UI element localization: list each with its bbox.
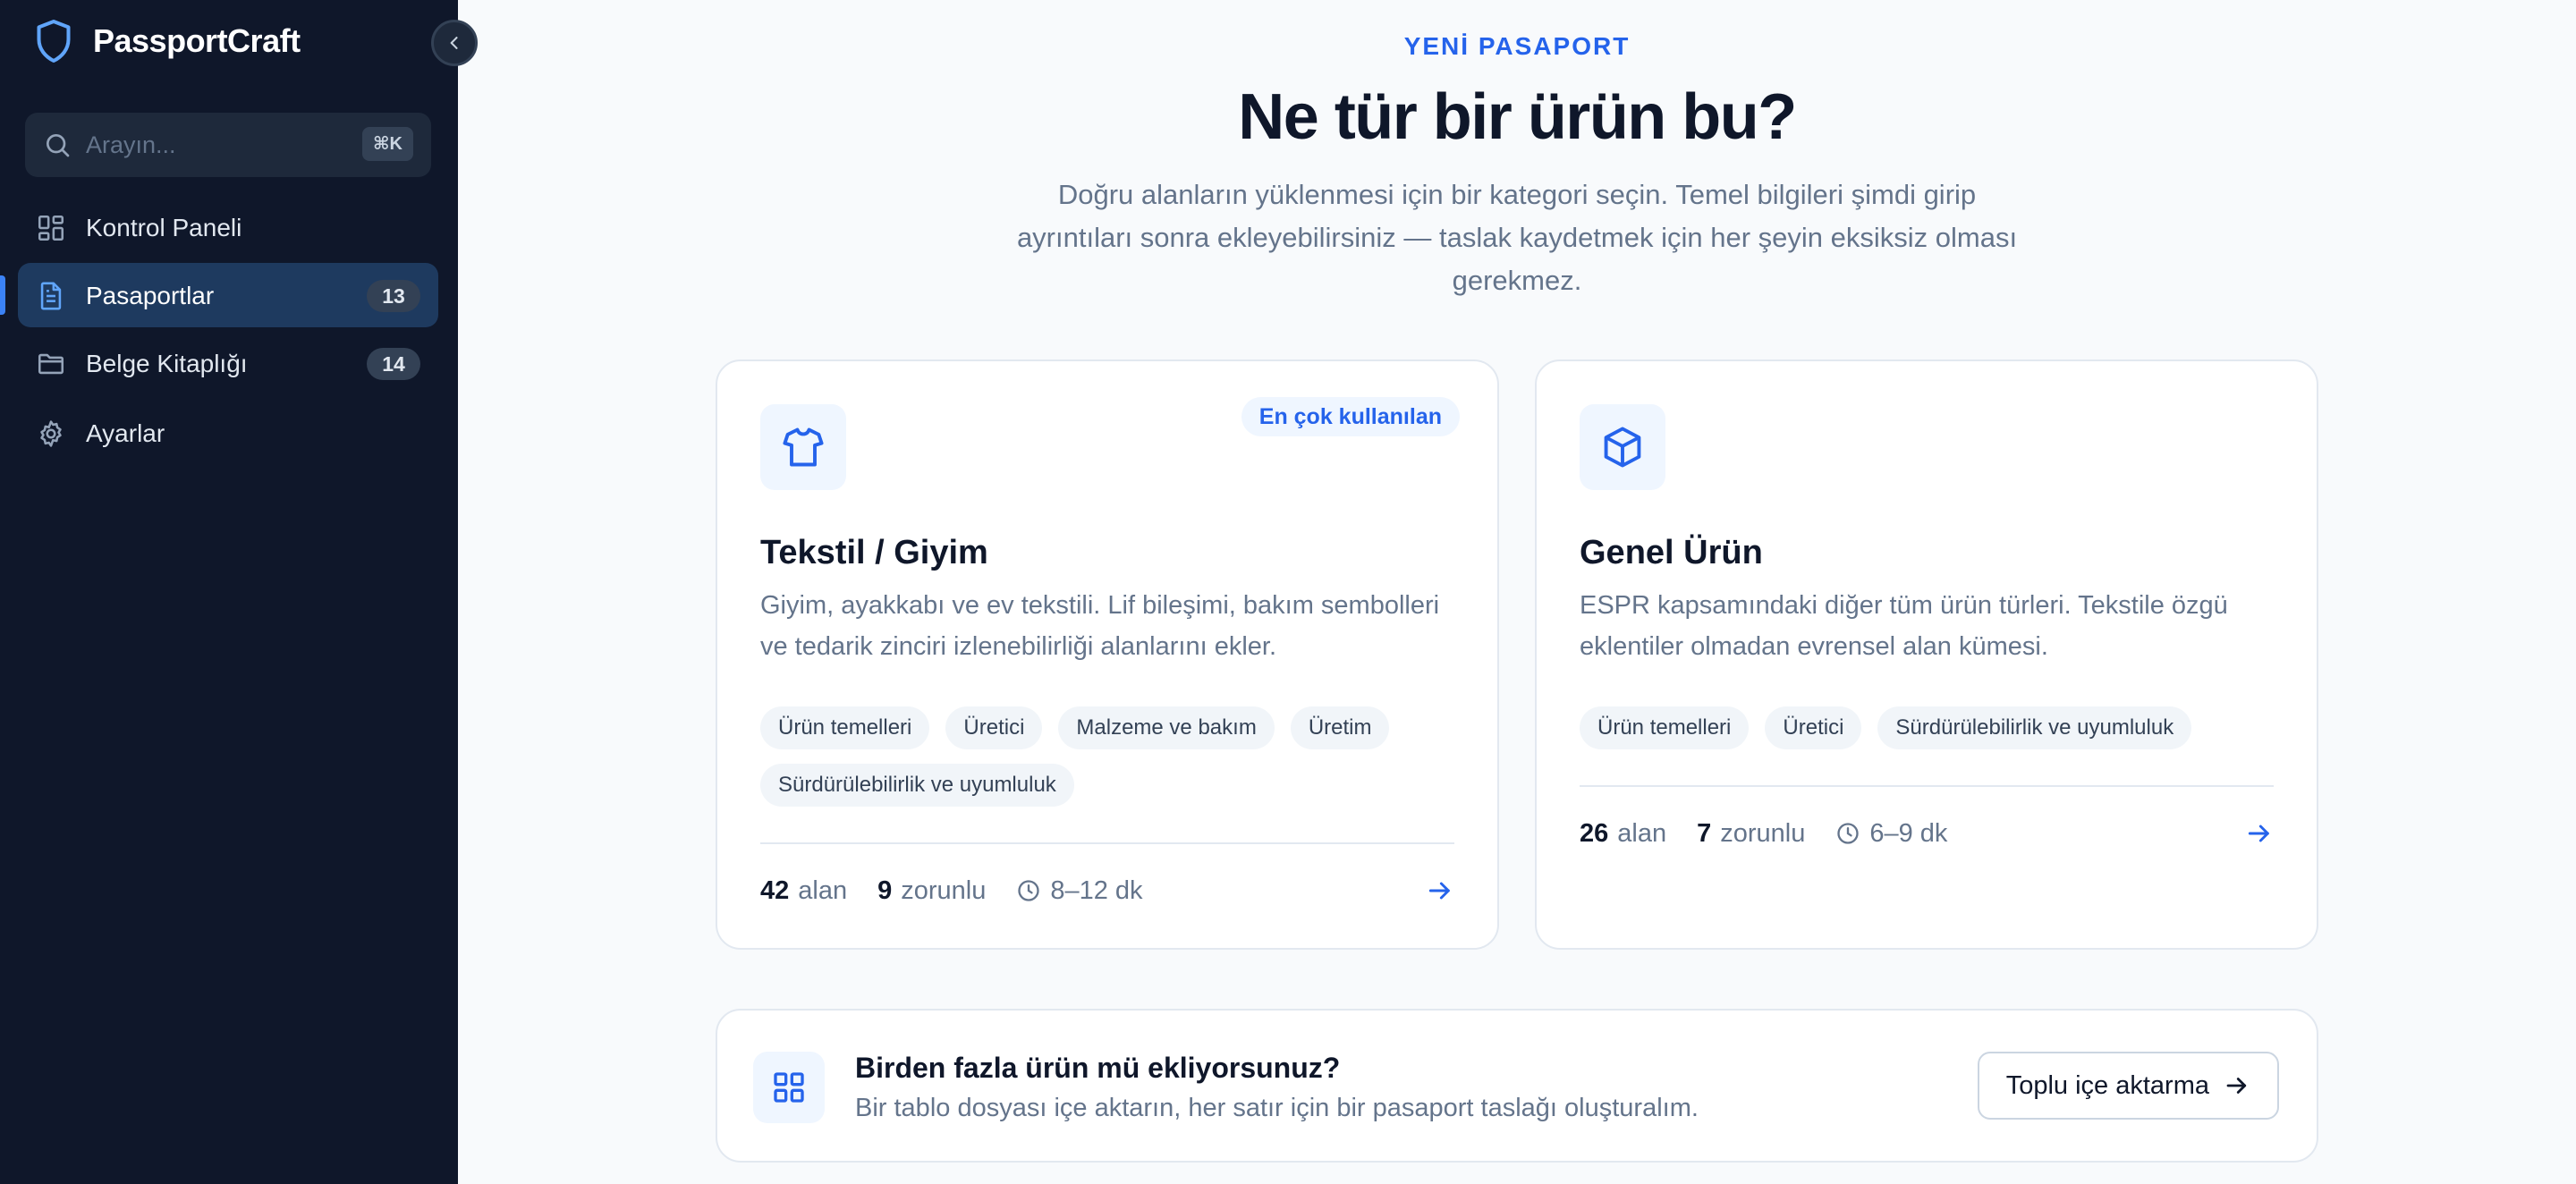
main-content: YENİ PASAPORT Ne tür bir ürün bu? Doğru … — [458, 0, 2576, 1184]
search-icon — [47, 134, 70, 157]
card-description: Giyim, ayakkabı ve ev tekstili. Lif bile… — [760, 591, 1440, 661]
sidebar: PassportCraft Arayın... ⌘K Kontrol Panel… — [0, 0, 458, 1184]
count-badge: 13 — [367, 280, 420, 312]
sidebar-item-label: Kontrol Paneli — [86, 214, 242, 241]
field-count: 42 alan — [760, 875, 848, 905]
tag: Üretim — [1290, 706, 1390, 749]
app-name: PassportCraft — [93, 22, 301, 59]
required-count: 7 zorunlu — [1697, 818, 1806, 848]
estimated-time: 6–9 dk — [1835, 819, 1947, 849]
card-stats: 26 alan 7 zorunlu 6–9 dk — [1580, 814, 2274, 853]
divider — [760, 842, 1454, 844]
tag: Üretici — [1765, 706, 1862, 749]
arrow-right-icon — [2226, 1078, 2247, 1094]
page-title: Ne tür bir ürün bu? — [1238, 81, 1797, 153]
count-badge: 14 — [367, 348, 420, 380]
search-input[interactable]: Arayın... ⌘K — [25, 113, 431, 177]
card-title: Genel Ürün — [1580, 534, 1763, 571]
card-title: Tekstil / Giyim — [760, 534, 988, 571]
tag: Malzeme ve bakım — [1058, 706, 1275, 749]
tag: Sürdürülebilirlik ve uyumluluk — [1877, 706, 2192, 749]
shirt-icon — [760, 404, 846, 490]
box-icon — [1580, 404, 1665, 490]
arrow-right-icon[interactable] — [2245, 819, 2274, 848]
sidebar-collapse-button[interactable] — [431, 20, 478, 66]
search-placeholder: Arayın... — [86, 131, 176, 158]
dashboard-icon — [38, 215, 64, 241]
category-card-textile[interactable]: En çok kullanılan Tekstil / Giyim Giyim,… — [716, 359, 1499, 950]
shield-logo-icon — [32, 16, 75, 66]
tag: Ürün temelleri — [760, 706, 930, 749]
tag: Sürdürülebilirlik ve uyumluluk — [760, 764, 1074, 807]
card-stats: 42 alan 9 zorunlu 8–12 dk — [760, 871, 1454, 910]
required-count: 9 zorunlu — [877, 875, 987, 905]
tag-list: Ürün temelleri Üretici Malzeme ve bakım … — [760, 706, 1467, 807]
arrow-right-icon[interactable] — [1426, 876, 1454, 905]
search-shortcut-badge: ⌘K — [362, 127, 413, 161]
clock-icon — [1837, 823, 1860, 844]
sidebar-item-label: Belge Kitaplığı — [86, 350, 248, 377]
chevron-left-icon — [450, 37, 458, 49]
category-card-general[interactable]: Genel Ürün ESPR kapsamındaki diğer tüm ü… — [1535, 359, 2318, 950]
gear-icon — [40, 420, 62, 447]
bulk-import-label: Toplu içe aktarma — [2005, 1070, 2209, 1100]
document-icon — [40, 282, 62, 310]
sidebar-item-label: Pasaportlar — [86, 282, 215, 309]
card-description: ESPR kapsamındaki diğer tüm ürün türleri… — [1580, 591, 2228, 661]
sidebar-item-label: Ayarlar — [86, 419, 165, 447]
sidebar-item-document-library[interactable]: Belge Kitaplığı 14 — [18, 331, 438, 395]
sidebar-item-dashboard[interactable]: Kontrol Paneli — [18, 195, 438, 259]
active-indicator — [0, 275, 5, 315]
bulk-import-button[interactable]: Toplu içe aktarma — [1977, 1052, 2279, 1120]
tag: Üretici — [945, 706, 1043, 749]
tag-list: Ürün temelleri Üretici Sürdürülebilirlik… — [1580, 706, 2286, 749]
folder-icon — [38, 353, 64, 375]
estimated-time: 8–12 dk — [1016, 876, 1143, 906]
tag: Ürün temelleri — [1580, 706, 1750, 749]
bulk-import-banner: Birden fazla ürün mü ekliyorsunuz? Bir t… — [716, 1009, 2318, 1163]
brand[interactable]: PassportCraft — [32, 16, 301, 66]
field-count: 26 alan — [1580, 818, 1667, 848]
most-used-badge: En çok kullanılan — [1241, 397, 1460, 436]
sidebar-item-settings[interactable]: Ayarlar — [18, 401, 438, 465]
eyebrow-label: YENİ PASAPORT — [1403, 32, 1631, 60]
banner-subtitle: Bir tablo dosyası içe aktarın, her satır… — [855, 1094, 1699, 1122]
clock-icon — [1018, 880, 1040, 901]
sidebar-item-passports[interactable]: Pasaportlar 13 — [18, 263, 438, 327]
grid-icon — [753, 1052, 825, 1123]
divider — [1580, 785, 2274, 787]
banner-title: Birden fazla ürün mü ekliyorsunuz? — [855, 1052, 1341, 1084]
page-subtitle: Doğru alanların yüklenmesi için bir kate… — [1016, 179, 2018, 296]
